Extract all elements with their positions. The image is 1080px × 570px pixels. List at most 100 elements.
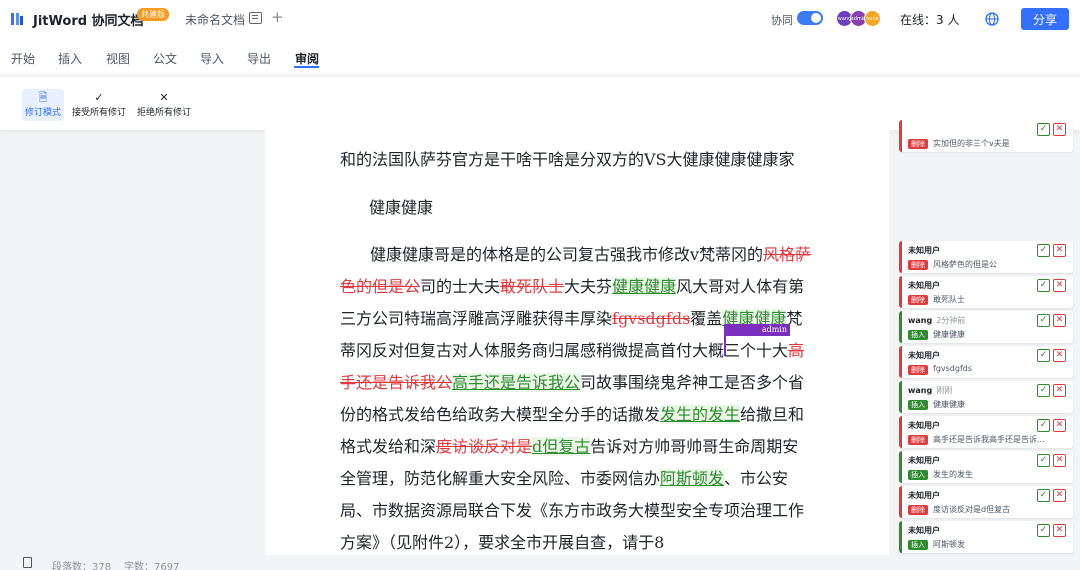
tab-export[interactable]: 导出 [247, 50, 271, 67]
collab-toggle[interactable] [797, 11, 823, 25]
tab-import[interactable]: 导入 [200, 50, 224, 67]
reject-revision-icon[interactable]: ✕ [1053, 489, 1066, 502]
inserted-text[interactable]: 高手还是告诉我公 [452, 373, 581, 392]
revision-content: 健康健康 [933, 330, 965, 339]
reject-revision-icon[interactable]: ✕ [1053, 349, 1066, 362]
doc-title[interactable]: 未命名文档 [185, 11, 245, 28]
accept-revision-icon[interactable]: ✓ [1037, 349, 1050, 362]
reject-revision-icon[interactable]: ✕ [1053, 314, 1066, 327]
reject-revision-icon[interactable]: ✕ [1053, 123, 1066, 136]
inserted-text[interactable]: 阿斯顿发 [660, 469, 725, 488]
revision-author: 未知用户 [908, 245, 944, 256]
avatar[interactable]: yuno [864, 10, 881, 27]
revision-type-bar [899, 486, 902, 518]
heading-text: 健康健康 [369, 198, 434, 217]
document-page[interactable]: 和的法国队萨芬官方是干啥干啥是分双方的VS大健康健康健康家 健康健康 健康健康哥… [265, 130, 889, 555]
accept-revision-icon[interactable]: ✓ [1037, 454, 1050, 467]
revision-content: 高手还是告诉我高手还是告诉... [933, 435, 1045, 444]
accept-revision-icon[interactable]: ✓ [1037, 244, 1050, 257]
reject-revision-icon[interactable]: ✕ [1053, 454, 1066, 467]
revision-content: fgvsdgfds [933, 364, 973, 373]
active-tab-indicator [294, 66, 319, 68]
new-doc-icon[interactable]: + [271, 8, 284, 26]
revision-panel: 删除 实加但的非三个v夫是 ✓ ✕ 未知用户 删除 风格萨色的但是公 ✓ ✕ 未知用户 删除 敢死队士… [899, 120, 1073, 555]
paragraph: 健康健康哥是的体格是的公司复古强我市修改v梵蒂冈的风格萨色的但是公司的士大夫敢死… [340, 239, 814, 555]
revision-type-bar [899, 241, 902, 273]
check-icon: ✓ [94, 91, 104, 104]
revision-card[interactable]: 未知用户 删除 高手还是告诉我高手还是告诉... ✓ ✕ [899, 416, 1073, 448]
top-bar: JitWord 协同文档 共建版 未命名文档 + 协同 wang admin y… [0, 0, 1080, 38]
logo-icon [11, 13, 23, 25]
reject-revision-icon[interactable]: ✕ [1053, 244, 1066, 257]
revision-content: 实加但的非三个v夫是 [933, 139, 1010, 148]
reject-revision-icon[interactable]: ✕ [1053, 524, 1066, 537]
accept-revision-icon[interactable]: ✓ [1037, 279, 1050, 292]
revision-author-name: 未知用户 [908, 421, 940, 430]
revision-card[interactable]: wang 刚刚 插入 健康健康 ✓ ✕ [899, 381, 1073, 413]
accept-revision-icon[interactable]: ✓ [1037, 524, 1050, 537]
revision-author-name: 未知用户 [908, 351, 940, 360]
accept-revision-icon[interactable]: ✓ [1037, 314, 1050, 327]
revision-type-tag: 删除 [908, 365, 928, 375]
status-bar: 段落数：378 字数：7697 [0, 555, 1080, 570]
outline-icon[interactable] [249, 12, 262, 24]
revision-card[interactable]: 未知用户 插入 发生的发生 ✓ ✕ [899, 451, 1073, 483]
tab-official-doc[interactable]: 公文 [153, 50, 177, 67]
revision-card[interactable]: 未知用户删除 fgvsdgfds ✓ ✕ [899, 346, 1073, 378]
revision-author: 未知用户 [908, 350, 944, 361]
revision-author: 未知用户 [908, 280, 944, 291]
reject-revision-icon[interactable]: ✕ [1053, 384, 1066, 397]
inserted-text[interactable]: d但复古 [532, 437, 591, 456]
revision-card[interactable]: 未知用户 删除 敢死队士 ✓ ✕ [899, 276, 1073, 308]
menu-bar: 开始 插入 视图 公文 导入 导出 审阅 [0, 38, 1080, 74]
paragraph-count: 段落数：378 [52, 562, 112, 570]
globe-icon[interactable] [985, 12, 999, 26]
text-run: 司的士大夫 [420, 277, 501, 296]
deleted-text[interactable]: fgvsdgfds [612, 309, 690, 328]
revision-type-tag: 删除 [908, 260, 928, 270]
accept-revision-icon[interactable]: ✓ [1037, 489, 1050, 502]
reject-all-label: 拒绝所有修订 [136, 108, 191, 118]
revision-author: wang 2分钟前 [908, 315, 965, 326]
reject-all-button[interactable]: ✕ 拒绝所有修订 [135, 89, 193, 121]
collaborator-cursor-label: admin [724, 324, 790, 336]
revision-card[interactable]: 删除 实加但的非三个v夫是 ✓ ✕ [899, 120, 1073, 152]
word-count: 字数：7697 [124, 562, 180, 570]
revision-card[interactable]: wang 2分钟前 插入 健康健康 ✓ ✕ [899, 311, 1073, 343]
tab-insert[interactable]: 插入 [58, 50, 82, 67]
revision-type-tag: 插入 [908, 330, 928, 340]
accept-revision-icon[interactable]: ✓ [1037, 419, 1050, 432]
deleted-text[interactable]: 敢死队士 [500, 277, 564, 296]
revision-type-bar [899, 311, 902, 343]
accept-revision-icon[interactable]: ✓ [1037, 384, 1050, 397]
revision-card[interactable]: 未知用户 插入 阿斯顿发 ✓ ✕ [899, 521, 1073, 553]
reject-revision-icon[interactable]: ✕ [1053, 419, 1066, 432]
paragraph: 和的法国队萨芬官方是干啥干啥是分双方的VS大健康健康健康家 [340, 144, 814, 176]
tab-view[interactable]: 视图 [106, 50, 130, 67]
reject-revision-icon[interactable]: ✕ [1053, 279, 1066, 292]
tab-review[interactable]: 审阅 [295, 50, 319, 67]
revision-type-tag: 删除 [908, 295, 928, 305]
tab-start[interactable]: 开始 [11, 50, 35, 67]
revision-type-tag: 删除 [908, 139, 928, 149]
revision-author: 未知用户 [908, 455, 944, 466]
revision-card[interactable]: 未知用户 删除 风格萨色的但是公 ✓ ✕ [899, 241, 1073, 273]
collaborator-cursor [724, 336, 726, 356]
inserted-text[interactable]: 发生的发生 [660, 405, 741, 424]
deleted-text[interactable]: 度访谈反对是 [436, 437, 532, 456]
track-changes-label: 修订模式 [24, 108, 61, 118]
text-run: 大夫芬 [564, 277, 613, 296]
accept-revision-icon[interactable]: ✓ [1037, 123, 1050, 136]
track-changes-button[interactable]: 🗎 修订模式 [22, 89, 64, 121]
collab-label: 协同 [771, 14, 793, 27]
revision-content: 度访谈反对是d但复古 [933, 505, 1011, 514]
revision-type-bar [899, 346, 902, 378]
revision-author: 未知用户 [908, 525, 944, 536]
revision-type-bar [899, 521, 902, 553]
inserted-text[interactable]: 健康健康 [612, 277, 677, 296]
share-button[interactable]: 分享 [1021, 8, 1069, 30]
revision-type-bar [899, 276, 902, 308]
document-stats-icon [23, 557, 32, 568]
accept-all-button[interactable]: ✓ 接受所有修订 [70, 89, 128, 121]
revision-card[interactable]: 未知用户 删除 度访谈反对是d但复古 ✓ ✕ [899, 486, 1073, 518]
